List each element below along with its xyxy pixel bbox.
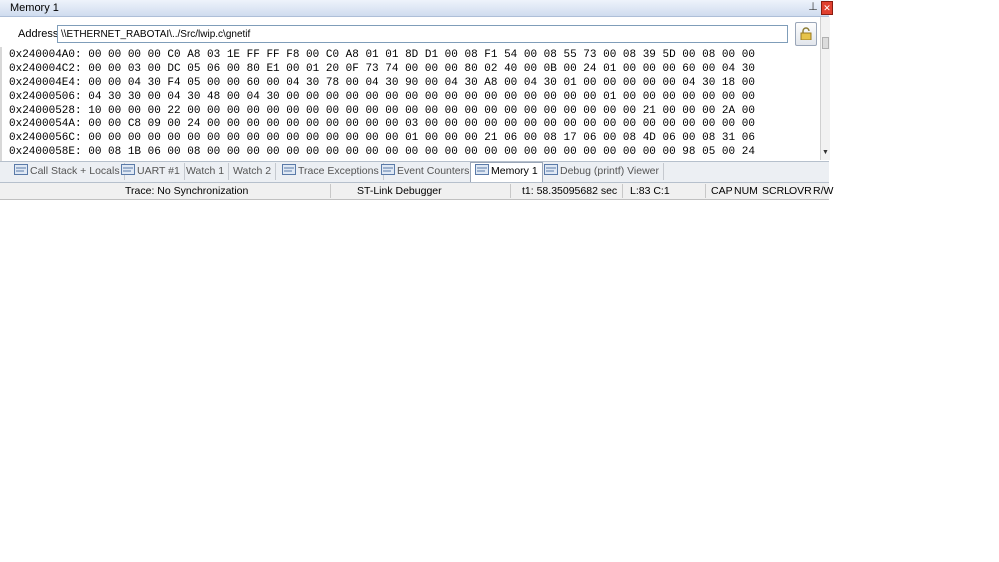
tab-label: Call Stack + Locals: [30, 165, 120, 177]
pin-icon[interactable]: ⊥: [807, 1, 819, 14]
tab-label: UART #1: [137, 165, 180, 177]
tab-watch-1[interactable]: Watch 1: [182, 163, 230, 180]
address-input[interactable]: [57, 25, 788, 43]
tab-event-counters[interactable]: Event Counters: [377, 163, 475, 180]
tab-memory-1[interactable]: Memory 1: [470, 162, 543, 182]
memory-row[interactable]: 0x240004E4: 00 00 04 30 F4 05 00 00 60 0…: [9, 77, 820, 91]
status-bar: Trace: No Synchronization ST-Link Debugg…: [0, 183, 833, 200]
tab-trace-exceptions[interactable]: Trace Exceptions: [278, 163, 384, 180]
lock-icon: [800, 27, 812, 40]
memory-row[interactable]: 0x240004A0: 00 00 00 00 C0 A8 03 1E FF F…: [9, 49, 820, 63]
tab-bar: Call Stack + Locals UART #1 Watch 1 Watch 2…: [0, 161, 829, 183]
memory-view[interactable]: 0x240004A0: 00 00 00 00 C0 A8 03 1E FF F…: [9, 49, 820, 161]
trace-icon: [282, 164, 296, 175]
tab-debug-printf-viewer[interactable]: Debug (printf) Viewer: [540, 163, 665, 180]
title-bar: Memory 1 ⊥ ✕: [0, 0, 833, 17]
lock-button[interactable]: [795, 22, 817, 46]
tab-watch-2[interactable]: Watch 2: [229, 163, 277, 180]
tab-label: Memory 1: [491, 165, 538, 177]
status-rw: R/W: [813, 185, 834, 197]
memory-row[interactable]: 0x240004C2: 00 00 03 00 DC 05 06 00 80 E…: [9, 63, 820, 77]
tab-label: Watch 2: [233, 165, 272, 177]
status-time: t1: 58.35095682 sec: [522, 185, 618, 197]
memory-icon: [475, 164, 489, 175]
status-caps: CAP: [711, 185, 733, 197]
tab-label: Trace Exceptions: [298, 165, 379, 177]
memory-row[interactable]: 0x2400056C: 00 00 00 00 00 00 00 00 00 0…: [9, 132, 820, 146]
memory-window: Memory 1 ⊥ ✕ Address: 0x240004A0: 00 00 …: [0, 0, 833, 202]
status-scrl: SCRL: [762, 185, 791, 197]
scroll-thumb[interactable]: [822, 37, 829, 49]
counters-icon: [381, 164, 395, 175]
status-debugger: ST-Link Debugger: [357, 185, 442, 197]
tab-uart-1[interactable]: UART #1: [117, 163, 185, 180]
status-separator: [705, 184, 706, 198]
memory-row[interactable]: 0x24000506: 04 30 30 00 04 30 48 00 04 3…: [9, 91, 820, 105]
status-num: NUM: [734, 185, 758, 197]
tab-label: Event Counters: [397, 165, 470, 177]
close-icon[interactable]: ✕: [821, 1, 833, 15]
status-position: L:83 C:1: [630, 185, 670, 197]
status-ovr: OVR: [789, 185, 812, 197]
status-separator: [510, 184, 511, 198]
memory-row[interactable]: 0x2400054A: 00 00 C8 09 00 24 00 00 00 0…: [9, 118, 820, 132]
debug-viewer-icon: [544, 164, 558, 175]
status-separator: [622, 184, 623, 198]
tab-label: Debug (printf) Viewer: [560, 165, 660, 177]
tab-call-stack-locals[interactable]: Call Stack + Locals: [10, 163, 125, 180]
window-title: Memory 1: [10, 2, 59, 14]
tab-label: Watch 1: [186, 165, 225, 177]
memory-row[interactable]: 0x2400058E: 00 08 1B 06 00 08 00 00 00 0…: [9, 146, 820, 160]
scroll-down-icon[interactable]: ▼: [822, 149, 829, 156]
status-trace: Trace: No Synchronization: [125, 185, 249, 197]
memory-row[interactable]: 0x24000528: 10 00 00 00 22 00 00 00 00 0…: [9, 105, 820, 119]
call-stack-icon: [14, 164, 28, 175]
uart-icon: [121, 164, 135, 175]
address-bar: Address:: [0, 17, 829, 47]
address-label: Address:: [18, 28, 62, 40]
status-separator: [330, 184, 331, 198]
vertical-scrollbar[interactable]: ▼: [820, 17, 830, 160]
